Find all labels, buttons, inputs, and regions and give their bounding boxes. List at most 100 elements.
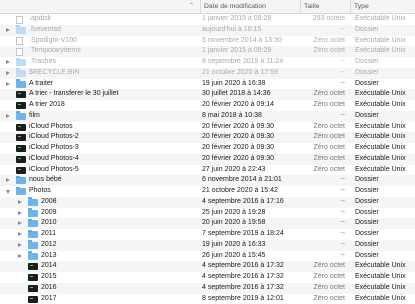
file-row[interactable]: 20144 septembre 2016 à 17:32Zéro octetEx… — [0, 261, 415, 272]
file-row[interactable]: .apdisk1 janvier 2015 à 09:29293 octetsE… — [0, 14, 415, 25]
file-row[interactable]: A trier 201820 février 2020 à 09:14Zéro … — [0, 100, 415, 111]
file-kind: Dossier — [355, 57, 415, 68]
disclosure-open-icon[interactable] — [6, 190, 10, 194]
file-size: Zéro octet — [303, 272, 345, 283]
file-size: -- — [303, 197, 345, 208]
file-row[interactable]: .Trashes 8 septembre 2019 à 11:24-- Dossie… — [0, 57, 415, 68]
file-row[interactable]: iCloud Photos-220 février 2020 à 09:30Zé… — [0, 132, 415, 143]
file-name: 2017 — [41, 294, 195, 304]
file-row[interactable]: 201020 juin 2020 à 19:58--Dossier — [0, 218, 415, 229]
file-name: nous bébé — [29, 175, 195, 186]
folder-icon — [16, 27, 26, 34]
file-kind: Dossier — [355, 208, 415, 219]
file-date: 4 septembre 2016 à 17:32 — [202, 283, 302, 294]
file-row[interactable]: nous bébé6 novembre 2014 à 21:01--Dossie… — [0, 175, 415, 186]
folder-icon — [16, 177, 26, 184]
disclosure-closed-icon[interactable] — [18, 200, 22, 204]
file-row[interactable]: 20164 septembre 2016 à 17:32Zéro octetEx… — [0, 283, 415, 294]
file-row[interactable]: 2015 4 septembre 2016 à 17:32Zéro octet Ex… — [0, 272, 415, 283]
file-date: 26 juin 2020 à 15:45 — [202, 251, 302, 262]
file-kind: Exécutable Unix — [355, 272, 415, 283]
file-date: 5 novembre 2014 à 13:30 — [202, 36, 302, 47]
executable-icon — [28, 274, 38, 281]
column-header-date[interactable]: Date de modification — [200, 0, 300, 13]
file-date: 25 juin 2020 à 19:28 — [202, 208, 302, 219]
file-row[interactable]: film8 mai 2018 à 10:38--Dossier — [0, 111, 415, 122]
file-row[interactable]: 201326 juin 2020 à 15:45--Dossier — [0, 251, 415, 262]
file-name: .fseventsd — [29, 25, 195, 36]
sort-chevron-icon[interactable]: ⌃ — [189, 0, 194, 13]
disclosure-closed-icon[interactable] — [6, 28, 10, 32]
executable-icon — [16, 156, 26, 163]
disclosure-closed-icon[interactable] — [6, 71, 10, 75]
file-row[interactable]: iCloud Photos-320 février 2020 à 09:30Zé… — [0, 143, 415, 154]
file-row[interactable]: Photos21 octobre 2020 à 15:42--Dossier — [0, 186, 415, 197]
disclosure-closed-icon[interactable] — [6, 60, 10, 64]
file-date: 4 septembre 2016 à 17:32 — [202, 272, 302, 283]
disclosure-closed-icon[interactable] — [18, 254, 22, 258]
disclosure-closed-icon[interactable] — [6, 114, 10, 118]
file-row[interactable]: 20178 septembre 2019 à 12:01Zéro octetEx… — [0, 294, 415, 304]
file-size: -- — [303, 57, 345, 68]
file-kind: Dossier — [355, 218, 415, 229]
folder-icon — [28, 220, 38, 227]
file-name: 2015 — [41, 272, 195, 283]
file-date: aujourd'hui à 16:15 — [202, 25, 302, 36]
file-row[interactable]: .Temporaryitems1 janvier 2015 à 09:29Zér… — [0, 46, 415, 57]
file-kind: Dossier — [355, 68, 415, 79]
column-header-size-label: Taille — [304, 3, 320, 10]
folder-icon — [16, 70, 26, 77]
file-row[interactable]: $RECYCLE.BIN21 octobre 2020 à 17:59--Dos… — [0, 68, 415, 79]
file-kind: Exécutable Unix — [355, 143, 415, 154]
file-size: Zéro octet — [303, 294, 345, 304]
file-row[interactable]: A traiter19 juin 2020 à 16:38--Dossier — [0, 79, 415, 90]
file-kind: Exécutable Unix — [355, 36, 415, 47]
file-kind: Dossier — [355, 25, 415, 36]
file-kind: Exécutable Unix — [355, 122, 415, 133]
file-kind: Exécutable Unix — [355, 132, 415, 143]
file-row[interactable]: 200925 juin 2020 à 19:28--Dossier — [0, 208, 415, 219]
disclosure-closed-icon[interactable] — [18, 221, 22, 225]
file-row[interactable]: 201219 juin 2020 à 16:33--Dossier — [0, 240, 415, 251]
file-row[interactable]: iCloud Photos20 février 2020 à 09:30Zéro… — [0, 122, 415, 133]
file-date: 4 septembre 2016 à 17:32 — [202, 261, 302, 272]
file-date: 8 septembre 2019 à 11:24 — [202, 57, 302, 68]
folder-icon — [16, 81, 26, 88]
file-kind: Dossier — [355, 197, 415, 208]
document-icon — [16, 48, 23, 56]
file-size: Zéro octet — [303, 100, 345, 111]
disclosure-closed-icon[interactable] — [18, 232, 22, 236]
column-header-kind[interactable]: Type — [350, 0, 415, 13]
file-name: .Trashes — [29, 57, 195, 68]
executable-icon — [28, 285, 38, 292]
file-row[interactable]: iCloud Photos-527 juin 2020 à 22:43Zéro … — [0, 165, 415, 176]
disclosure-closed-icon[interactable] — [6, 178, 10, 182]
file-kind: Exécutable Unix — [355, 165, 415, 176]
column-header-name[interactable]: ⌃ — [0, 0, 200, 13]
column-header-date-label: Date de modification — [204, 3, 266, 10]
file-date: 27 juin 2020 à 22:43 — [202, 165, 302, 176]
file-date: 1 janvier 2015 à 09:29 — [202, 46, 302, 57]
executable-icon — [16, 91, 26, 98]
file-name: A trier 2018 — [29, 100, 195, 111]
folder-icon — [28, 242, 38, 249]
file-size: Zéro octet — [303, 165, 345, 176]
file-row[interactable]: .Spotlight-V1005 novembre 2014 à 13:30Zé… — [0, 36, 415, 47]
column-header-size[interactable]: Taille — [300, 0, 350, 13]
file-name: .Spotlight-V100 — [29, 36, 195, 47]
file-row[interactable]: iCloud Photos-420 février 2020 à 09:30Zé… — [0, 154, 415, 165]
disclosure-closed-icon[interactable] — [18, 243, 22, 247]
file-list: .apdisk1 janvier 2015 à 09:29293 octetsE… — [0, 14, 415, 304]
file-date: 1 janvier 2015 à 09:29 — [202, 14, 302, 25]
executable-icon — [16, 102, 26, 109]
executable-icon — [16, 134, 26, 141]
file-row[interactable]: A trier - transferer le 30 juillet30 jui… — [0, 89, 415, 100]
file-row[interactable]: .fseventsdaujourd'hui à 16:15--Dossier — [0, 25, 415, 36]
file-row[interactable]: 20117 septembre 2019 à 18:24--Dossier — [0, 229, 415, 240]
disclosure-closed-icon[interactable] — [18, 211, 22, 215]
file-name: A trier - transferer le 30 juillet — [29, 89, 195, 100]
file-size: Zéro octet — [303, 154, 345, 165]
disclosure-closed-icon[interactable] — [6, 82, 10, 86]
folder-icon — [16, 188, 26, 195]
file-row[interactable]: 20084 septembre 2016 à 17:16--Dossier — [0, 197, 415, 208]
